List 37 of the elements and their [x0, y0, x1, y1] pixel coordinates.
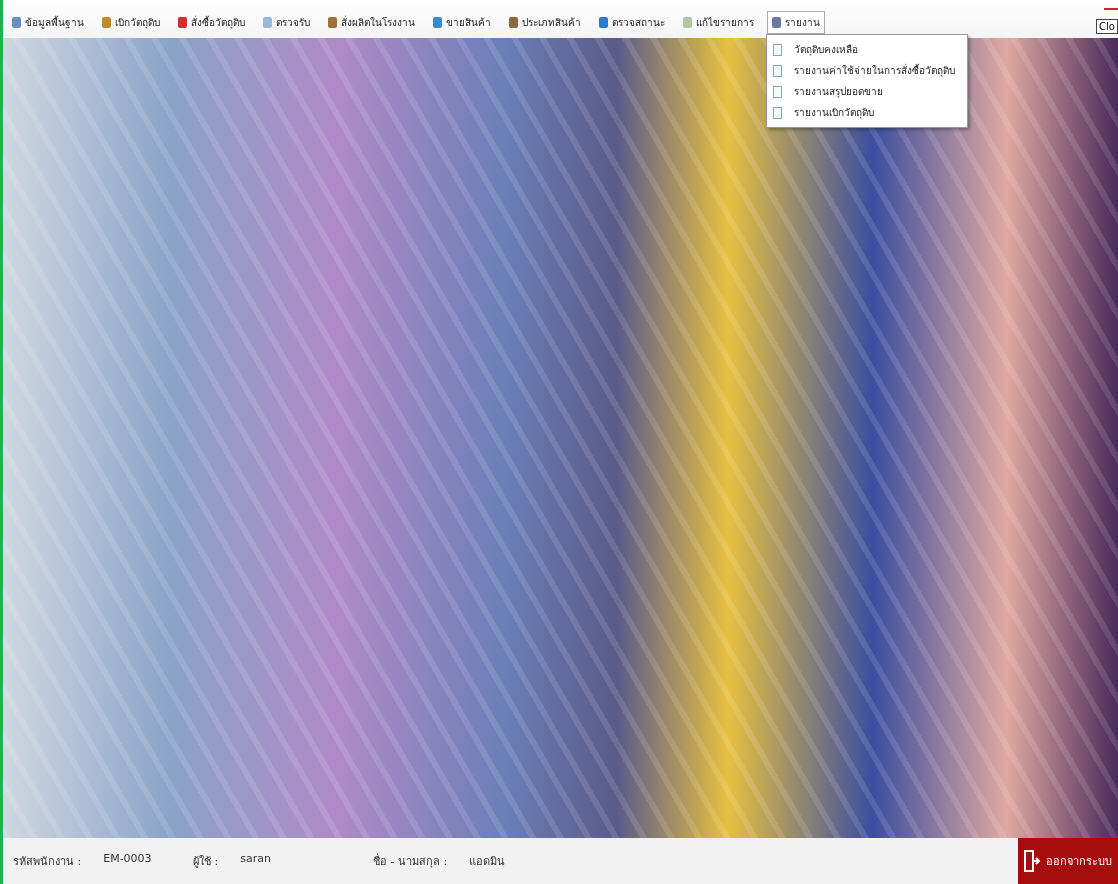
- menu-item[interactable]: สั่งซื้อวัตถุดิบ: [173, 11, 250, 34]
- menu-icon: [772, 17, 781, 28]
- dropdown-item[interactable]: รายงานค่าใช้จ่ายในการสั่งซื้อวัตถุดิบ: [767, 60, 967, 81]
- field-label: ชื่อ - นามสกุล :: [373, 852, 448, 870]
- menu-item[interactable]: รายงาน: [767, 11, 825, 34]
- menu-item[interactable]: เบิกวัตถุดิบ: [97, 11, 165, 34]
- logout-button[interactable]: ออกจากระบบ: [1018, 838, 1118, 884]
- field-label: ผู้ใช้ :: [193, 854, 219, 870]
- menu-icon: [102, 17, 111, 28]
- menu-item[interactable]: ข้อมูลพื้นฐาน: [7, 11, 89, 34]
- document-icon: [773, 106, 782, 119]
- field-value: EM-0003: [103, 852, 152, 867]
- close-button[interactable]: Clo: [1096, 19, 1118, 34]
- menu-icon: [178, 17, 187, 28]
- field-label: รหัสพนักงาน :: [13, 854, 82, 870]
- menu-icon: [509, 17, 518, 28]
- menu-icon: [12, 17, 21, 28]
- menu-icon: [683, 17, 692, 28]
- document-icon: [773, 64, 782, 77]
- menu-item[interactable]: ประเภทสินค้า: [504, 11, 586, 34]
- menu-icon: [433, 17, 442, 28]
- menu-icon: [599, 17, 608, 28]
- menu-item[interactable]: ตรวจสถานะ: [594, 11, 670, 34]
- field-value: แอดมิน: [469, 854, 506, 870]
- dropdown-item[interactable]: วัตถุดิบคงเหลือ: [767, 39, 967, 60]
- document-icon: [773, 85, 782, 98]
- menu-item[interactable]: ขายสินค้า: [428, 11, 496, 34]
- menu-icon: [263, 17, 272, 28]
- menu-icon: [328, 17, 337, 28]
- menu-item[interactable]: สั่งผลิตในโรงงาน: [323, 11, 420, 34]
- dropdown-item[interactable]: รายงานสรุปยอดขาย: [767, 81, 967, 102]
- dropdown-item[interactable]: รายงานเบิกวัตถุดิบ: [767, 102, 967, 123]
- document-icon: [773, 43, 782, 56]
- menu-item[interactable]: ตรวจรับ: [258, 11, 315, 34]
- exit-door-icon: [1024, 850, 1042, 872]
- field-value: saran: [240, 852, 271, 867]
- menu-item[interactable]: แก้ไขรายการ: [678, 11, 759, 34]
